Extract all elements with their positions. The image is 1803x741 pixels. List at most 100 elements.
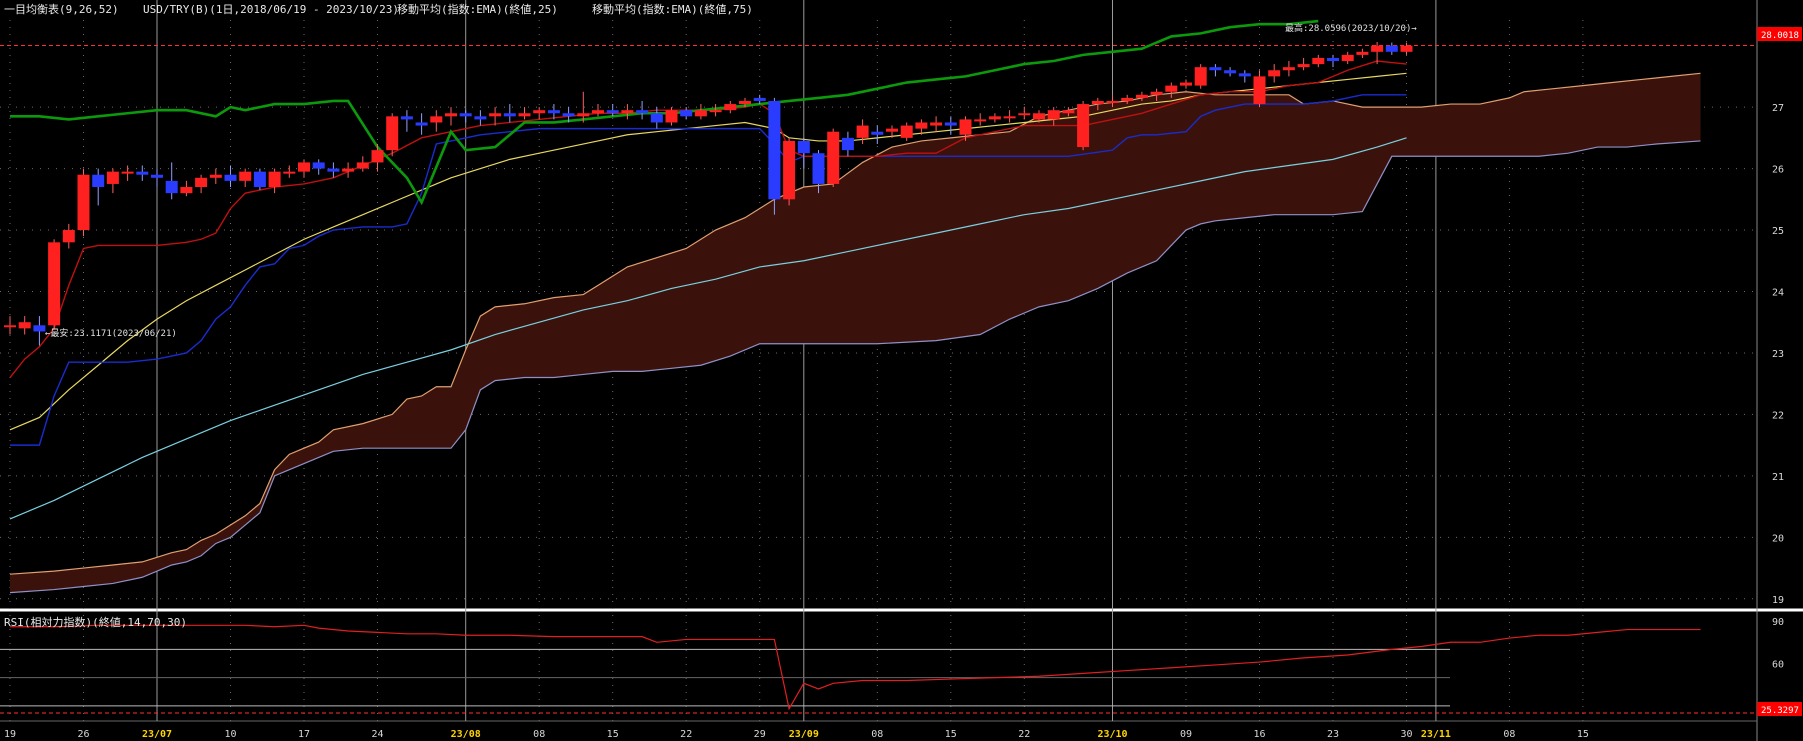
candle-up [1003, 116, 1016, 119]
candle-up [783, 140, 796, 200]
date-tick: 23/11 [1421, 729, 1451, 740]
date-tick: 23/07 [142, 729, 172, 740]
candle-up [1400, 45, 1413, 52]
candle-down [459, 113, 472, 117]
candle-up [592, 110, 604, 114]
candle-down [165, 180, 178, 194]
candle-up [900, 125, 913, 138]
candle-up [342, 168, 355, 172]
candle-down [1209, 67, 1222, 71]
candle-down [415, 122, 428, 126]
price-tick: 19 [1772, 595, 1784, 606]
price-tick: 20 [1772, 533, 1784, 544]
rsi-tick: 90 [1772, 617, 1784, 628]
candle-up [1106, 100, 1119, 103]
candle-down [1238, 73, 1251, 77]
candle-up [106, 171, 119, 184]
candle-down [562, 113, 575, 117]
date-tick: 08 [1503, 729, 1515, 740]
candle-up [356, 162, 369, 169]
candle-up [930, 122, 943, 126]
header-indicator: 一目均衡表(9,26,52) [4, 2, 119, 16]
candle-up [974, 119, 987, 122]
candle-up [1253, 76, 1266, 105]
candle-down [136, 171, 149, 175]
rsi-panel [0, 624, 1757, 714]
candle-up [1194, 67, 1207, 86]
candle-up [1135, 94, 1148, 98]
candle-up [577, 113, 590, 117]
candle-up [386, 116, 399, 151]
candle-up [77, 174, 90, 231]
rsi-header: RSI(相対力指数)(終値,14,70,30) [4, 615, 187, 629]
date-tick: 08 [871, 729, 883, 740]
candle-up [694, 110, 707, 117]
candle-up [1150, 91, 1163, 95]
candle-down [400, 116, 413, 120]
candle-up [915, 122, 928, 129]
date-tick: 23 [1327, 729, 1339, 740]
candle-up [489, 113, 502, 117]
candle-down [812, 153, 825, 184]
date-tick: 23/10 [1097, 729, 1127, 740]
candle-down [503, 113, 516, 117]
candle-down [797, 140, 810, 154]
candle-up [1047, 110, 1060, 120]
price-tick: 27 [1772, 103, 1784, 114]
candle-up [180, 187, 193, 194]
price-tick: 22 [1772, 410, 1784, 421]
candle-up [1165, 85, 1178, 92]
candle-up [1297, 64, 1310, 68]
candle-down [92, 174, 105, 188]
date-tick: 22 [680, 729, 692, 740]
candle-down [1385, 45, 1398, 52]
date-tick: 24 [371, 729, 383, 740]
candle-up [268, 171, 281, 188]
candle-up [1018, 113, 1031, 116]
candle-down [312, 162, 325, 169]
candle-up [1121, 97, 1134, 101]
candle-up [856, 125, 869, 138]
candle-up [1062, 110, 1075, 114]
candle-up [209, 174, 222, 178]
candle-down [33, 325, 46, 332]
candle-up [1077, 104, 1090, 148]
candle-down [606, 110, 619, 114]
candle-up [1282, 67, 1295, 71]
low-annotation: ←最安:23.1171(2023/06/21) [45, 327, 177, 339]
chart-canvas: 19 20 21 22 23 24 25 26 27 90 60 19 26 23/07 10 17 24 23… [0, 0, 1803, 741]
candle-up [121, 171, 134, 174]
price-tick: 21 [1772, 472, 1784, 483]
candle-up [959, 119, 972, 135]
candle-down [224, 174, 237, 181]
date-tick: 26 [77, 729, 89, 740]
candle-up [988, 116, 1001, 120]
candle-up [886, 128, 898, 132]
candle-down [151, 174, 163, 178]
date-tick: 15 [1577, 729, 1589, 740]
date-tick: 29 [754, 729, 766, 740]
candle-up [239, 171, 252, 181]
date-tick: 09 [1180, 729, 1192, 740]
candle-down [1327, 57, 1339, 62]
candle-up [445, 113, 457, 117]
candle-up [371, 150, 384, 163]
price-axis: 19 20 21 22 23 24 25 26 27 90 60 [1772, 103, 1784, 670]
candle-up [283, 171, 296, 174]
candle-down [944, 122, 957, 126]
candle-up [518, 113, 531, 117]
cloud-area [10, 73, 1701, 593]
candle-up [430, 116, 443, 123]
candle-down [768, 100, 781, 200]
price-tick: 26 [1772, 165, 1784, 176]
candle-up [1356, 51, 1369, 55]
date-tick: 23/09 [789, 729, 819, 740]
candle-up [4, 325, 16, 328]
rsi-value-tag: 25.3297 [1761, 706, 1799, 716]
last-price-tag: 28.0018 [1761, 31, 1799, 41]
candle-up [1312, 57, 1325, 65]
candle-up [827, 131, 840, 184]
header-ema75: 移動平均(指数:EMA)(終値,75) [592, 2, 753, 16]
candle-down [474, 116, 487, 120]
candle-up [1091, 100, 1104, 105]
